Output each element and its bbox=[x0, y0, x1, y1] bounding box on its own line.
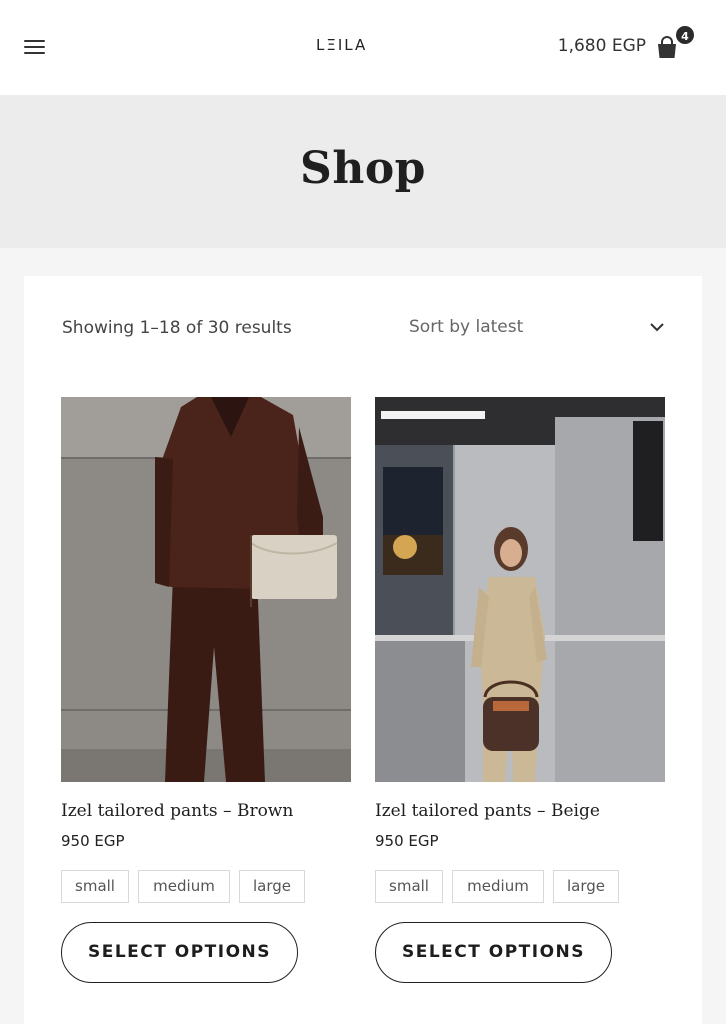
size-option-large[interactable]: large bbox=[553, 870, 619, 903]
sort-select-value: Sort by latest bbox=[409, 317, 524, 337]
cart-count-badge: 4 bbox=[674, 24, 696, 46]
product-image[interactable] bbox=[61, 397, 351, 782]
product-price: 950 EGP bbox=[61, 832, 125, 850]
size-option-small[interactable]: small bbox=[61, 870, 129, 903]
size-option-medium[interactable]: medium bbox=[452, 870, 544, 903]
size-option-small[interactable]: small bbox=[375, 870, 443, 903]
hamburger-menu-icon[interactable] bbox=[24, 38, 45, 56]
sort-select[interactable]: Sort by latest bbox=[409, 316, 665, 340]
site-logo[interactable]: LΞILA bbox=[316, 36, 365, 54]
chevron-down-icon bbox=[650, 323, 664, 332]
cart-total[interactable]: 1,680 EGP bbox=[558, 36, 646, 56]
size-option-large[interactable]: large bbox=[239, 870, 305, 903]
product-card: Izel tailored pants – Beige 950 EGP smal… bbox=[375, 397, 665, 983]
product-card: Izel tailored pants – Brown 950 EGP smal… bbox=[61, 397, 351, 983]
page-title: Shop bbox=[300, 143, 426, 194]
product-title[interactable]: Izel tailored pants – Beige bbox=[375, 801, 600, 821]
size-option-medium[interactable]: medium bbox=[138, 870, 230, 903]
site-header: LΞILA 1,680 EGP 4 bbox=[0, 0, 726, 95]
select-options-button[interactable]: SELECT OPTIONS bbox=[61, 922, 298, 983]
product-image[interactable] bbox=[375, 397, 665, 782]
shop-content: Showing 1–18 of 30 results Sort by lates… bbox=[24, 276, 702, 1024]
product-title[interactable]: Izel tailored pants – Brown bbox=[61, 801, 293, 821]
product-price: 950 EGP bbox=[375, 832, 439, 850]
result-count: Showing 1–18 of 30 results bbox=[62, 318, 292, 338]
page-hero: Shop bbox=[0, 95, 726, 248]
select-options-button[interactable]: SELECT OPTIONS bbox=[375, 922, 612, 983]
